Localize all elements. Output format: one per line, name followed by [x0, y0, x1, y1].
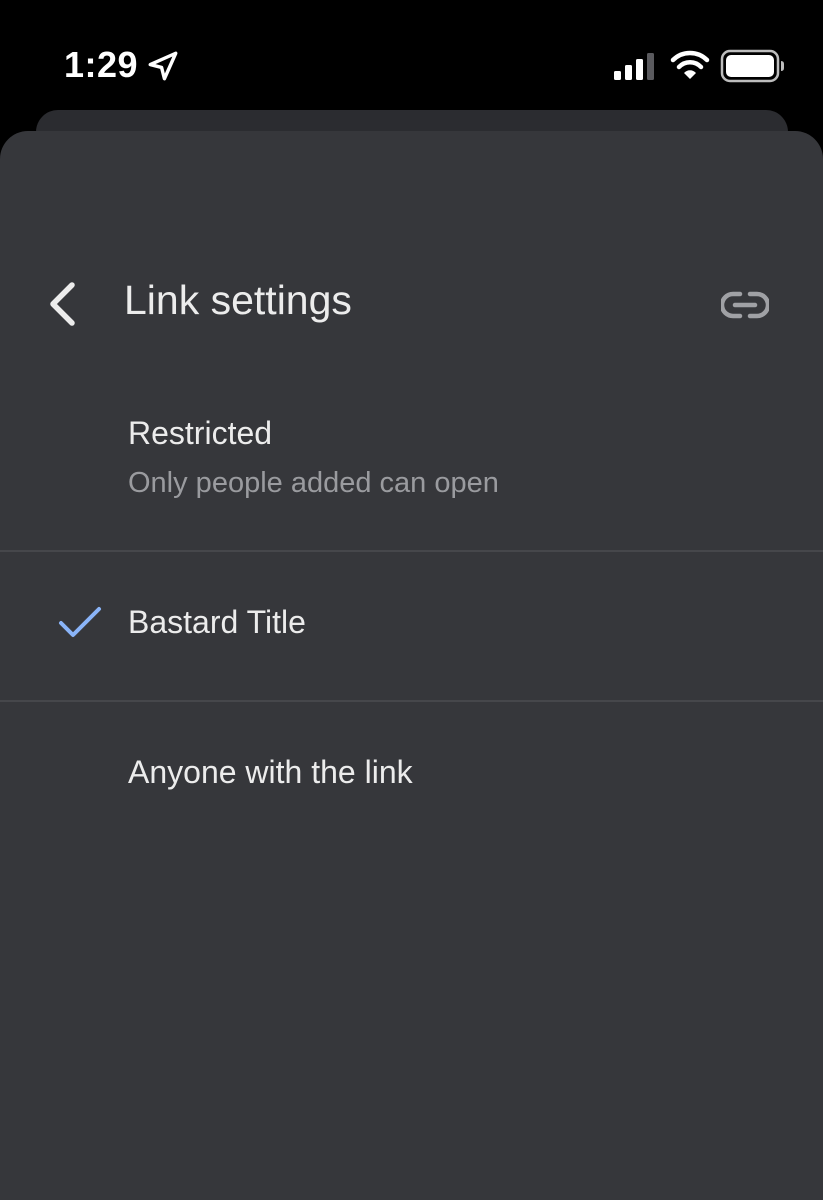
option-title: Anyone with the link — [128, 754, 413, 790]
screen: 1:29 Link settings Restricted Only peopl… — [0, 0, 823, 1200]
option-bastard-title[interactable]: Bastard Title — [0, 552, 823, 700]
status-time: 1:29 — [64, 44, 139, 85]
back-button[interactable] — [30, 272, 94, 336]
checkmark-icon — [59, 607, 101, 637]
status-bar: 1:29 — [0, 0, 823, 110]
option-title: Bastard Title — [128, 604, 306, 640]
option-subtitle: Only people added can open — [128, 467, 499, 499]
cellular-signal-icon — [614, 53, 654, 80]
location-arrow-icon — [148, 51, 178, 81]
option-anyone-with-link[interactable]: Anyone with the link — [0, 702, 823, 850]
copy-link-button[interactable] — [712, 278, 778, 332]
battery-icon — [720, 49, 784, 83]
option-title: Restricted — [128, 415, 273, 451]
chevron-left-icon — [50, 282, 75, 326]
link-icon — [721, 291, 769, 319]
page-title: Link settings — [124, 277, 352, 323]
option-restricted[interactable]: Restricted Only people added can open — [0, 381, 823, 549]
link-settings-sheet: Link settings Restricted Only people add… — [0, 131, 823, 1200]
wifi-icon — [670, 50, 710, 79]
